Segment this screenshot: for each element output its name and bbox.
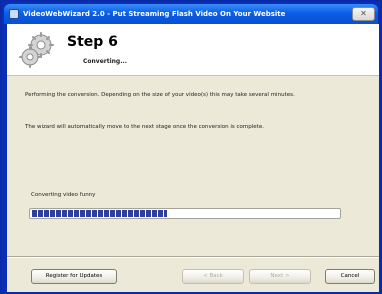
progress-bar-fill: [32, 210, 167, 217]
progress-label: Converting video funny: [31, 192, 96, 198]
progress-bar: [29, 208, 341, 219]
title-bar[interactable]: VideoWebWizard 2.0 - Put Streaming Flash…: [4, 4, 378, 24]
wizard-client-area: Step 6 Converting... Performing the conv…: [7, 24, 379, 292]
back-button[interactable]: < Back: [182, 269, 244, 284]
next-button[interactable]: Next >: [249, 269, 311, 284]
auto-advance-note: The wizard will automatically move to th…: [25, 124, 264, 130]
app-icon: [9, 9, 19, 19]
step-subtitle: Converting...: [83, 58, 128, 65]
gears-icon: [19, 32, 54, 68]
wizard-window: VideoWebWizard 2.0 - Put Streaming Flash…: [0, 0, 382, 294]
button-separator: [7, 256, 379, 258]
step-title: Step 6: [67, 34, 118, 50]
wizard-header: Step 6 Converting...: [7, 24, 379, 76]
cancel-button[interactable]: Cancel: [325, 269, 375, 284]
close-button[interactable]: ✕: [352, 7, 375, 21]
register-updates-button[interactable]: Register for Updates: [31, 269, 117, 284]
conversion-description: Performing the conversion. Depending on …: [25, 92, 295, 98]
window-title: VideoWebWizard 2.0 - Put Streaming Flash…: [23, 10, 286, 18]
